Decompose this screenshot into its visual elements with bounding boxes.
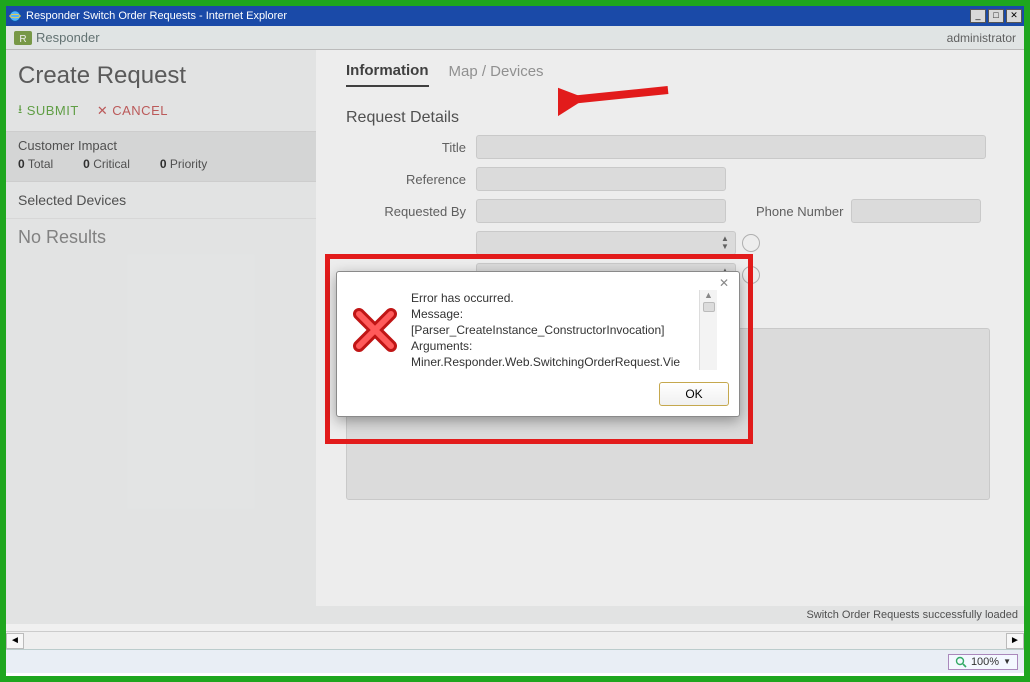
customer-impact-title: Customer Impact bbox=[18, 138, 304, 153]
download-icon: ⭳ bbox=[18, 100, 23, 121]
brand-name: Responder bbox=[36, 30, 100, 45]
selected-devices-header: Selected Devices bbox=[6, 182, 316, 219]
error-dialog: ✕ Error has occurred. Message: [Parser_C… bbox=[336, 271, 740, 417]
cancel-button[interactable]: ✕ CANCEL bbox=[97, 100, 168, 121]
zoom-level: 100% bbox=[971, 656, 999, 668]
dialog-scrollbar[interactable]: ▲ bbox=[699, 290, 717, 370]
impact-priority: 0 Priority bbox=[160, 157, 207, 171]
status-message: Switch Order Requests successfully loade… bbox=[806, 609, 1018, 621]
requested-by-label: Requested By bbox=[346, 204, 476, 219]
selected-devices-empty: No Results bbox=[6, 219, 316, 256]
ie-icon bbox=[8, 9, 22, 23]
horizontal-scrollbar[interactable]: ◄ ► bbox=[6, 631, 1024, 649]
window-title: Responder Switch Order Requests - Intern… bbox=[26, 10, 970, 22]
tab-information[interactable]: Information bbox=[346, 62, 429, 87]
brand-bar: R Responder administrator bbox=[6, 26, 1024, 50]
ok-button[interactable]: OK bbox=[659, 382, 729, 406]
maximize-button[interactable]: □ bbox=[988, 9, 1004, 23]
submit-button[interactable]: ⭳ SUBMIT bbox=[18, 100, 79, 121]
title-input[interactable] bbox=[476, 135, 986, 159]
brand-logo-icon: R bbox=[14, 31, 32, 45]
error-message: Error has occurred. Message: [Parser_Cre… bbox=[411, 290, 691, 370]
clock-icon[interactable] bbox=[742, 234, 760, 252]
tab-map-devices[interactable]: Map / Devices bbox=[449, 63, 544, 86]
impact-total: 0 Total bbox=[18, 157, 53, 171]
ie-titlebar: Responder Switch Order Requests - Intern… bbox=[6, 6, 1024, 26]
zoom-dropdown-icon[interactable]: ▼ bbox=[1003, 657, 1011, 666]
submit-label: SUBMIT bbox=[27, 103, 79, 118]
title-label: Title bbox=[346, 140, 476, 155]
datetime-field-1[interactable]: ▲▼ bbox=[476, 231, 736, 255]
customer-impact: Customer Impact 0 Total 0 Critical 0 Pri… bbox=[6, 131, 316, 182]
current-user: administrator bbox=[947, 31, 1016, 45]
reference-input[interactable] bbox=[476, 167, 726, 191]
svg-text:R: R bbox=[19, 34, 26, 45]
close-button[interactable]: ✕ bbox=[1006, 9, 1022, 23]
dialog-close-button[interactable]: ✕ bbox=[715, 276, 733, 290]
ie-status-bar: 100% ▼ bbox=[6, 649, 1024, 673]
minimize-button[interactable]: _ bbox=[970, 9, 986, 23]
close-icon: ✕ bbox=[97, 103, 108, 119]
impact-critical: 0 Critical bbox=[83, 157, 130, 171]
error-icon bbox=[347, 290, 403, 370]
reference-label: Reference bbox=[346, 172, 476, 187]
phone-input[interactable] bbox=[851, 199, 981, 223]
scroll-right-button[interactable]: ► bbox=[1006, 633, 1024, 649]
status-bar: Switch Order Requests successfully loade… bbox=[6, 606, 1024, 624]
cancel-label: CANCEL bbox=[112, 103, 168, 118]
requested-by-input[interactable] bbox=[476, 199, 726, 223]
request-details-header: Request Details bbox=[346, 109, 1012, 127]
zoom-control[interactable]: 100% ▼ bbox=[948, 654, 1018, 670]
left-pane: Create Request ⭳ SUBMIT ✕ CANCEL Custome… bbox=[6, 50, 316, 606]
scroll-left-button[interactable]: ◄ bbox=[6, 633, 24, 649]
clock-icon[interactable] bbox=[742, 266, 760, 284]
phone-label: Phone Number bbox=[756, 204, 843, 219]
magnifier-icon bbox=[955, 656, 967, 668]
page-title: Create Request bbox=[6, 50, 316, 96]
